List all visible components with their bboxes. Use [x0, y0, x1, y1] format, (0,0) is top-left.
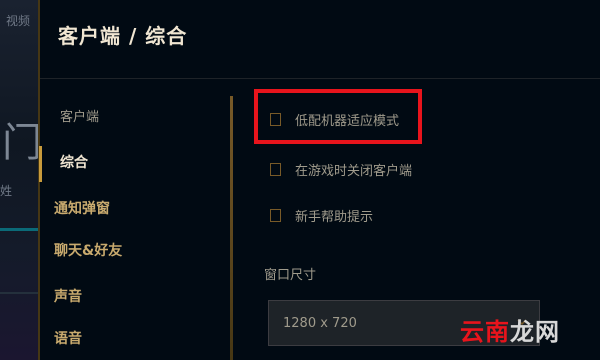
option-label: 在游戏时关闭客户端: [295, 164, 413, 179]
background-text: 视频: [6, 14, 31, 28]
option-close-client-in-game[interactable]: 在游戏时关闭客户端: [270, 160, 412, 179]
checkbox[interactable]: [270, 209, 281, 222]
background-divider: [0, 228, 40, 231]
page-title: 客户端 / 综合: [58, 24, 188, 48]
option-label: 低配机器适应模式: [295, 114, 400, 129]
nav-item-sound[interactable]: 声音: [54, 286, 82, 306]
nav-item-chat-friends[interactable]: 聊天&好友: [54, 240, 122, 260]
window-size-label: 窗口尺寸: [264, 268, 317, 283]
nav-active-marker: [39, 146, 42, 182]
nav-item-notifications[interactable]: 通知弹窗: [54, 198, 110, 218]
watermark-text: 云南: [460, 318, 510, 346]
option-tutorial-tips[interactable]: 新手帮助提示: [270, 206, 373, 225]
settings-window: 客户端 / 综合 客户端 综合 通知弹窗 聊天&好友 声音 语音 低配机器适应模…: [38, 0, 600, 360]
nav-item-general[interactable]: 综合: [60, 152, 88, 172]
nav-category-label: 客户端: [60, 110, 100, 125]
nav-divider: [230, 96, 233, 360]
option-low-spec-mode[interactable]: 低配机器适应模式: [270, 110, 399, 129]
nav-item-voice[interactable]: 语音: [54, 328, 82, 348]
watermark-text: 龙网: [510, 318, 560, 346]
window-size-value: 1280 x 720: [283, 315, 357, 331]
background-glyph: 门: [2, 120, 40, 166]
background-text: 姓: [0, 184, 13, 198]
background-client: 视频 门 姓: [0, 0, 40, 360]
checkbox[interactable]: [270, 163, 281, 176]
header-divider: [40, 78, 600, 79]
watermark: 云南龙网: [460, 312, 560, 347]
background-divider: [0, 292, 40, 294]
option-label: 新手帮助提示: [295, 210, 374, 225]
checkbox[interactable]: [270, 113, 281, 126]
